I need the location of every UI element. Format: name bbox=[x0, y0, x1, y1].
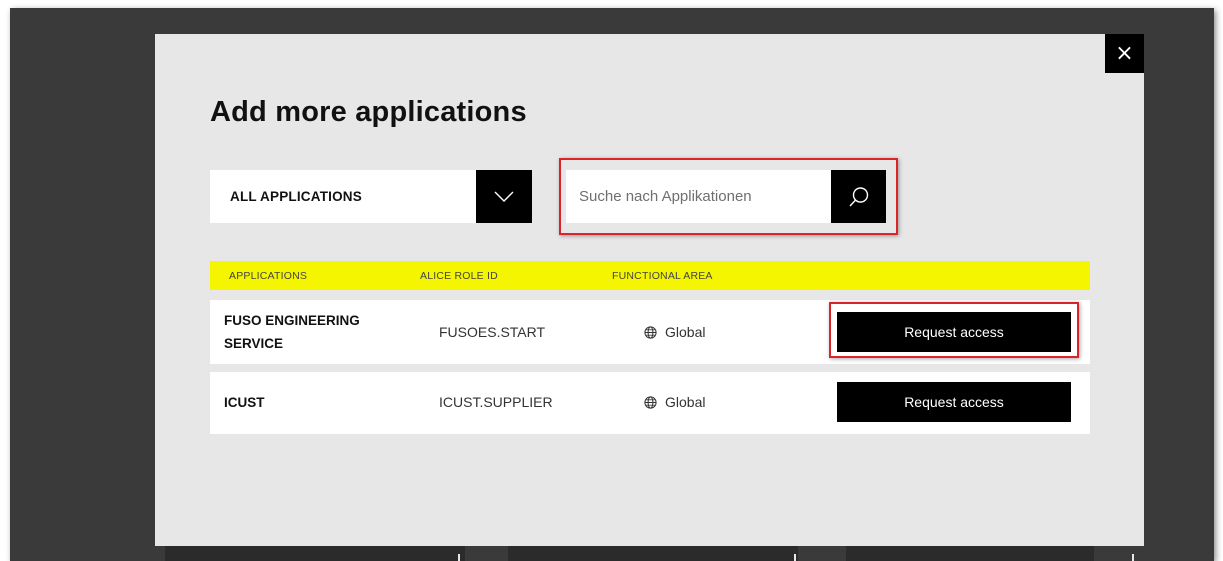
column-header-role-id: ALICE ROLE ID bbox=[420, 269, 498, 282]
search-input[interactable] bbox=[566, 170, 831, 223]
application-filter-dropdown[interactable]: ALL APPLICATIONS bbox=[210, 170, 532, 223]
search-icon bbox=[848, 186, 868, 206]
search-button[interactable] bbox=[831, 170, 886, 223]
close-icon: × bbox=[1115, 41, 1134, 66]
chevron-down-icon[interactable] bbox=[476, 170, 532, 223]
request-access-button[interactable]: Request access bbox=[837, 382, 1071, 422]
add-applications-modal: × Add more applications ALL APPLICATIONS… bbox=[155, 34, 1144, 546]
request-access-annotation-box bbox=[829, 302, 1079, 358]
search-box bbox=[566, 170, 886, 223]
modal-title: Add more applications bbox=[210, 96, 527, 128]
role-id: FUSOES.START bbox=[439, 324, 546, 340]
functional-area: Global bbox=[644, 324, 705, 340]
table-row: ICUST ICUST.SUPPLIER Global Request acce… bbox=[210, 372, 1090, 434]
background-strip bbox=[165, 546, 465, 561]
role-id: ICUST.SUPPLIER bbox=[439, 394, 553, 410]
background-tick bbox=[458, 554, 460, 561]
dropdown-selected-value: ALL APPLICATIONS bbox=[230, 189, 362, 204]
background-strip bbox=[846, 546, 1094, 561]
globe-icon bbox=[644, 325, 657, 339]
close-button[interactable]: × bbox=[1105, 34, 1144, 73]
functional-area: Global bbox=[644, 394, 705, 410]
column-header-applications: APPLICATIONS bbox=[229, 269, 308, 282]
application-name: FUSO ENGINEERING SERVICE bbox=[224, 313, 360, 351]
table-header: APPLICATIONS ALICE ROLE ID FUNCTIONAL AR… bbox=[210, 261, 1090, 290]
background-tick bbox=[1132, 554, 1134, 561]
background-tick bbox=[794, 554, 796, 561]
background-strip bbox=[508, 546, 798, 561]
application-name: ICUST bbox=[224, 395, 265, 410]
globe-icon bbox=[644, 395, 657, 409]
column-header-functional-area: FUNCTIONAL AREA bbox=[612, 269, 713, 282]
screenshot-frame: × Add more applications ALL APPLICATIONS… bbox=[10, 8, 1214, 561]
